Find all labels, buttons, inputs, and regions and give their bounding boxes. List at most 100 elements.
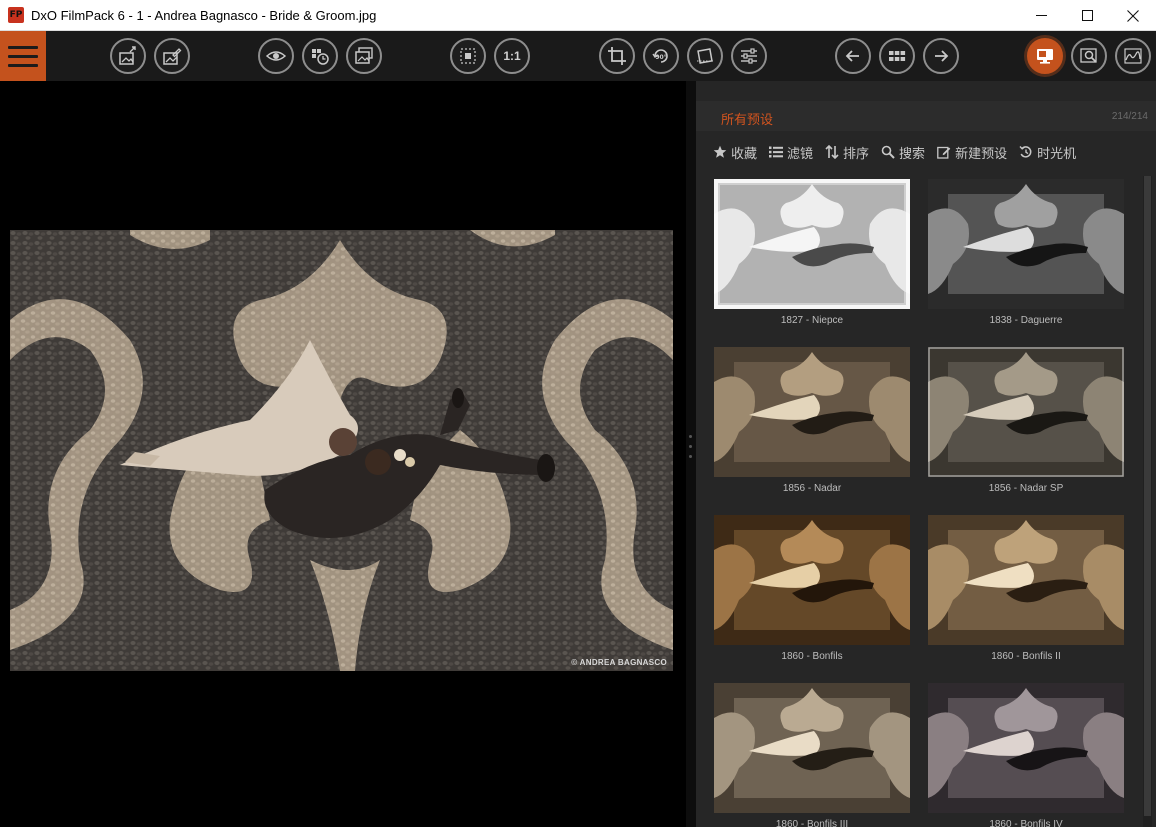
presets-panel-title: 所有预设	[721, 112, 774, 127]
monitor-icon	[1037, 49, 1053, 64]
eye-icon	[266, 51, 286, 61]
preset-name: 1827 - Niepce	[780, 315, 844, 326]
sort-arrows-icon	[825, 145, 839, 159]
straighten-button[interactable]	[687, 38, 723, 74]
splitter-grip-dot	[689, 435, 692, 438]
compare-button[interactable]	[346, 38, 382, 74]
zoom-one-to-one-button[interactable]: 1:1	[494, 38, 530, 74]
preset-thumbnail[interactable]: 1860 - Bonfils IV	[928, 683, 1124, 827]
photo-credit: © ANDREA BAGNASCO	[571, 658, 667, 667]
preset-photo-bonfils	[714, 515, 910, 645]
crop-button[interactable]	[599, 38, 635, 74]
maximize-button[interactable]	[1064, 0, 1110, 31]
loupe-panel-button[interactable]	[1071, 38, 1107, 74]
new-preset-label: 新建预设	[955, 145, 1008, 161]
scrollbar-thumb[interactable]	[1144, 176, 1151, 816]
preset-preview-image	[714, 683, 910, 813]
settings-sliders-button[interactable]	[731, 38, 767, 74]
preset-photo-nadar-sp	[928, 347, 1124, 477]
filter-label: 滤镜	[787, 145, 814, 161]
preset-thumbnail[interactable]: 1827 - Niepce	[714, 179, 910, 326]
edit-preset-icon	[937, 146, 951, 159]
grid-clock-icon	[312, 49, 329, 65]
preset-name: 1860 - Bonfils	[781, 651, 843, 662]
filmstrip-button[interactable]	[879, 38, 915, 74]
presets-count: 214/214	[1111, 111, 1148, 122]
preset-thumbnail[interactable]: 1856 - Nadar SP	[928, 347, 1124, 494]
preset-thumbnail[interactable]: 1838 - Daguerre	[928, 179, 1124, 326]
arrow-right-icon	[935, 50, 949, 62]
preset-thumbnail[interactable]: 1860 - Bonfils II	[928, 515, 1124, 662]
bride-and-groom-photo	[10, 230, 673, 671]
hamburger-line	[8, 54, 38, 58]
splitter-grip-dot	[689, 455, 692, 458]
search-label: 搜索	[899, 145, 926, 161]
preset-preview-image	[928, 347, 1124, 477]
image-viewer[interactable]: © ANDREA BAGNASCO	[0, 81, 686, 827]
filter-button[interactable]: 滤镜	[769, 143, 813, 162]
time-machine-icon	[1019, 146, 1032, 158]
presets-scrollbar[interactable]	[1143, 176, 1152, 827]
preset-thumbnail[interactable]: 1856 - Nadar	[714, 347, 910, 494]
arrow-left-icon	[845, 50, 859, 62]
sort-label: 排序	[843, 145, 870, 161]
preset-toolbar: 收藏 滤镜 排序 搜索 新建预设 时光机	[713, 143, 1076, 161]
hamburger-menu-button[interactable]	[0, 31, 46, 81]
preset-photo-bonfils-iii	[714, 683, 910, 813]
preset-preview-image	[928, 179, 1124, 309]
preset-preview-image	[928, 515, 1124, 645]
window-controls	[1018, 0, 1156, 31]
list-icon	[769, 146, 784, 158]
preset-photo-bonfils-iv	[928, 683, 1124, 813]
grid-icon	[889, 51, 906, 61]
open-image-button[interactable]	[110, 38, 146, 74]
rotate-button[interactable]: 90°	[643, 38, 679, 74]
image-edit-icon	[163, 48, 182, 65]
splitter-grip-dot	[689, 445, 692, 448]
hamburger-line	[8, 45, 38, 49]
main-photo[interactable]: © ANDREA BAGNASCO	[10, 230, 673, 671]
preset-photo-niepce	[714, 179, 910, 309]
preset-name: 1856 - Nadar	[782, 483, 842, 494]
previous-image-button[interactable]	[835, 38, 871, 74]
rotate-label: 90°	[655, 54, 666, 61]
new-preset-button[interactable]: 新建预设	[937, 143, 1007, 162]
preset-name: 1860 - Bonfils III	[775, 819, 849, 827]
minimize-icon	[1035, 15, 1047, 16]
export-image-button[interactable]	[154, 38, 190, 74]
minimize-button[interactable]	[1018, 0, 1064, 31]
presets-panel-button[interactable]	[1027, 38, 1063, 74]
panel-splitter[interactable]	[686, 81, 696, 827]
histogram-panel-button[interactable]	[1115, 38, 1151, 74]
preset-thumbnail[interactable]: 1860 - Bonfils III	[714, 683, 910, 827]
preset-photo-nadar	[714, 347, 910, 477]
close-icon	[1127, 9, 1139, 22]
fit-screen-icon	[460, 48, 476, 64]
preset-name: 1860 - Bonfils II	[991, 651, 1061, 662]
favorites-button[interactable]: 收藏	[713, 143, 757, 162]
search-icon	[881, 145, 895, 159]
preset-preview-image	[714, 347, 910, 477]
sort-button[interactable]: 排序	[825, 143, 869, 162]
preset-thumbnail[interactable]: 1860 - Bonfils	[714, 515, 910, 662]
next-image-button[interactable]	[923, 38, 959, 74]
window-title: DxO FilmPack 6 - 1 - Andrea Bagnasco - B…	[31, 7, 377, 23]
images-stack-icon	[355, 47, 373, 64]
preview-button[interactable]	[258, 38, 294, 74]
main-toolbar: 1:1 90°	[0, 31, 1156, 81]
app-icon: FP	[8, 7, 24, 23]
presets-panel-header: 所有预设 214/214	[696, 101, 1156, 131]
sliders-icon	[741, 48, 757, 64]
preset-name: 1860 - Bonfils IV	[989, 819, 1063, 827]
preset-preview-image	[928, 683, 1124, 813]
time-machine-button[interactable]: 时光机	[1019, 143, 1076, 162]
preset-preview-image	[714, 515, 910, 645]
preset-preview-image	[714, 179, 910, 309]
star-icon	[713, 145, 727, 158]
rotate-90-icon: 90°	[652, 49, 668, 63]
fit-to-screen-button[interactable]	[450, 38, 486, 74]
presets-grid: 1827 - Niepce 1838 - Daguerre 1856 - Nad…	[696, 176, 1156, 827]
history-button[interactable]	[302, 38, 338, 74]
close-button[interactable]	[1110, 0, 1156, 31]
search-button[interactable]: 搜索	[881, 143, 925, 162]
